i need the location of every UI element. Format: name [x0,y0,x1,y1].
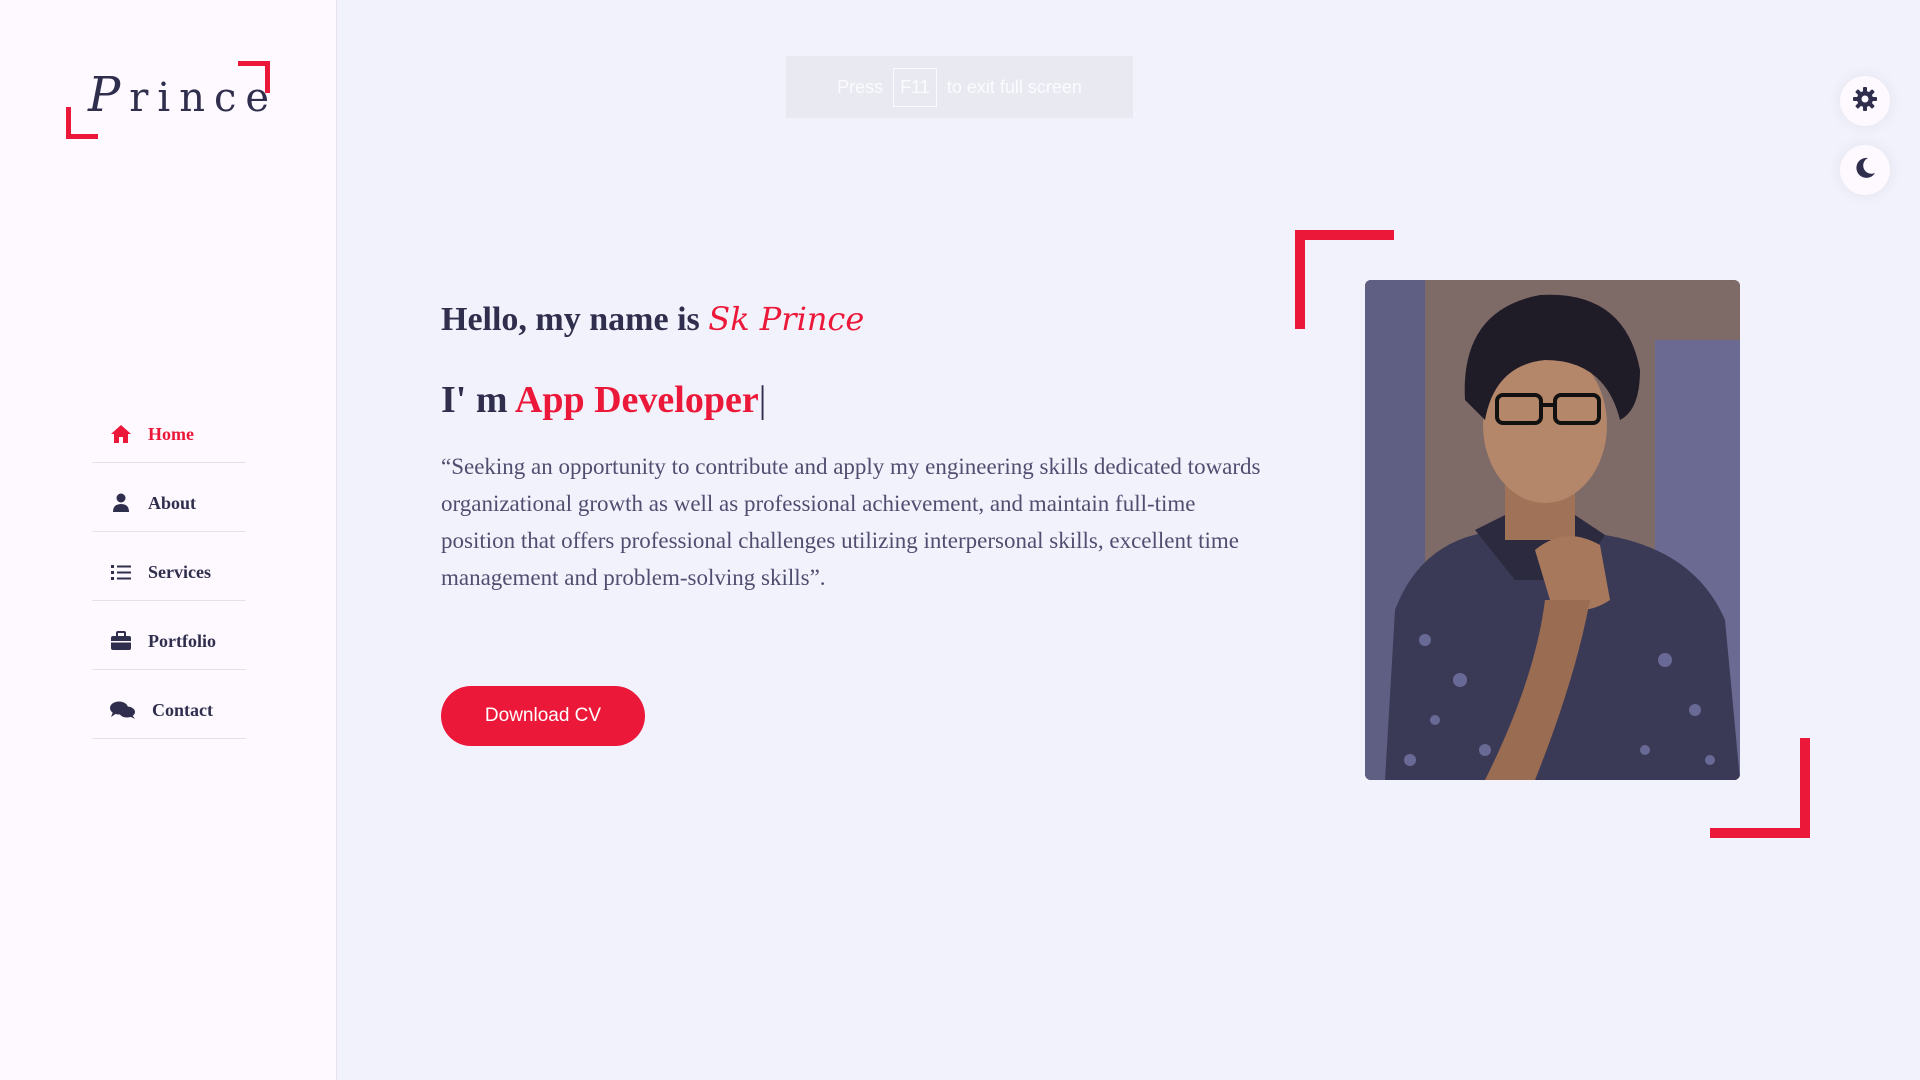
user-icon [110,492,132,514]
comments-icon [110,699,136,721]
greeting-heading: Hello, my name is Sk Prince [441,300,864,339]
nav-item-services[interactable]: Services [92,532,246,601]
logo-text: Prince [88,67,278,123]
nav-item-portfolio[interactable]: Portfolio [92,601,246,670]
typed-role: App Developer [514,379,759,421]
nav-item-contact[interactable]: Contact [92,670,246,739]
fullscreen-notice-suffix: to exit full screen [946,76,1082,97]
fullscreen-notice-key: F11 [893,67,937,107]
nav-item-label: Home [148,423,194,444]
nav-item-label: Services [148,561,211,582]
home-icon [110,423,132,445]
role-prefix: I' m [441,379,508,421]
logo-first-letter: P [88,67,130,123]
nav-item-home[interactable]: Home [92,394,246,463]
dark-mode-toggle[interactable] [1840,145,1890,195]
sidebar: Prince Home About Services Portfolio Con… [0,0,337,1080]
list-icon [110,561,132,583]
role-heading: I' m App Developer| [441,378,766,422]
hero-name: Sk Prince [708,300,865,338]
style-switcher-button[interactable] [1840,76,1890,126]
hero-description: “Seeking an opportunity to contribute an… [441,454,1261,590]
profile-photo [1365,280,1740,780]
nav-item-label: Portfolio [148,630,216,651]
typing-cursor: | [758,379,767,421]
greeting-text: Hello, my name is [441,301,700,338]
nav-item-label: About [148,492,197,513]
moon-icon [1853,156,1877,185]
gear-icon [1852,86,1878,117]
nav-item-label: Contact [152,699,213,720]
fullscreen-notice-prefix: Press [837,76,884,97]
fullscreen-notice: Press F11 to exit full screen [786,56,1133,118]
nav-item-about[interactable]: About [92,463,246,532]
logo-rest: rince [129,75,279,121]
briefcase-icon [110,630,132,652]
nav-menu: Home About Services Portfolio Contact [92,394,246,739]
download-cv-button[interactable]: Download CV [441,686,645,746]
logo[interactable]: Prince [66,61,270,139]
